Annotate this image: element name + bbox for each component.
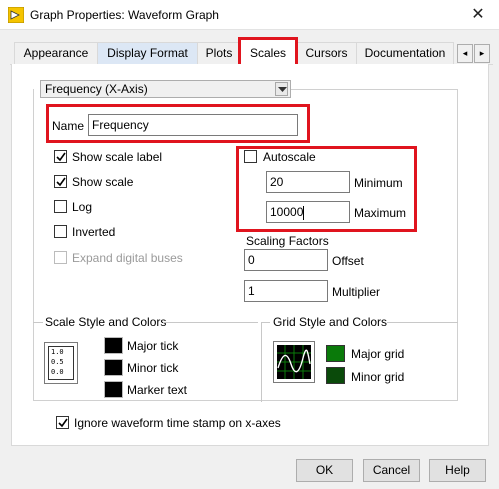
inverted-label: Inverted bbox=[72, 225, 116, 239]
tab-display-format[interactable]: Display Format bbox=[97, 42, 198, 65]
labview-app-icon bbox=[7, 6, 25, 24]
expand-digital-buses-checkbox[interactable] bbox=[54, 251, 67, 264]
scale-selector-value: Frequency (X-Axis) bbox=[45, 82, 148, 96]
marker-text-label: Marker text bbox=[127, 383, 188, 397]
scale-selector-dropdown[interactable]: Frequency (X-Axis) bbox=[40, 80, 291, 98]
tab-scroll-right-icon[interactable]: ▸ bbox=[474, 44, 490, 63]
close-icon[interactable]: ✕ bbox=[463, 2, 493, 28]
major-grid-label: Major grid bbox=[351, 347, 405, 361]
autoscale-checkbox[interactable] bbox=[244, 150, 257, 163]
grid-style-line-left bbox=[262, 322, 270, 323]
scale-style-title: Scale Style and Colors bbox=[45, 315, 167, 329]
minor-tick-label: Minor tick bbox=[127, 361, 179, 375]
show-scale-label-checkbox[interactable] bbox=[54, 150, 67, 163]
show-scale-label-label: Show scale label bbox=[72, 150, 163, 164]
ignore-timestamp-label: Ignore waveform time stamp on x-axes bbox=[74, 416, 281, 430]
multiplier-input[interactable]: 1 bbox=[244, 280, 328, 302]
log-label: Log bbox=[72, 200, 93, 214]
scale-icon-tick-3: 0.0 bbox=[51, 368, 64, 376]
inverted-checkbox[interactable] bbox=[54, 225, 67, 238]
minor-tick-color-swatch[interactable] bbox=[104, 359, 123, 376]
minimum-label: Minimum bbox=[354, 176, 403, 190]
scale-icon-tick-1: 1.0 bbox=[51, 348, 64, 356]
ok-button[interactable]: OK bbox=[296, 459, 353, 482]
scale-style-icon[interactable]: 1.0 0.5 0.0 bbox=[44, 342, 78, 384]
axis-group-top-border bbox=[290, 89, 458, 90]
tab-cursors[interactable]: Cursors bbox=[296, 42, 357, 65]
major-grid-color-swatch[interactable] bbox=[326, 345, 345, 362]
minor-grid-color-swatch[interactable] bbox=[326, 367, 345, 384]
window-title: Graph Properties: Waveform Graph bbox=[30, 8, 219, 22]
tab-appearance[interactable]: Appearance bbox=[14, 42, 98, 65]
minimum-input[interactable]: 20 bbox=[266, 171, 350, 193]
scale-icon-tick-2: 0.5 bbox=[51, 358, 64, 366]
maximum-value: 10000 bbox=[270, 205, 304, 219]
show-scale-label: Show scale bbox=[72, 175, 134, 189]
chevron-down-icon[interactable] bbox=[275, 82, 288, 96]
major-tick-color-swatch[interactable] bbox=[104, 337, 123, 354]
name-input[interactable]: Frequency bbox=[88, 114, 298, 136]
log-checkbox[interactable] bbox=[54, 200, 67, 213]
text-cursor bbox=[303, 205, 305, 220]
grid-style-line-right bbox=[387, 322, 458, 323]
autoscale-label: Autoscale bbox=[263, 150, 316, 164]
offset-label: Offset bbox=[332, 254, 364, 268]
maximum-label: Maximum bbox=[354, 206, 407, 220]
name-label: Name bbox=[52, 119, 85, 133]
help-button[interactable]: Help bbox=[429, 459, 486, 482]
major-tick-label: Major tick bbox=[127, 339, 179, 353]
scale-style-line-left bbox=[33, 322, 43, 323]
minor-grid-label: Minor grid bbox=[351, 370, 405, 384]
marker-text-color-swatch[interactable] bbox=[104, 381, 123, 398]
ignore-timestamp-checkbox[interactable] bbox=[56, 416, 69, 429]
expand-digital-buses-label: Expand digital buses bbox=[72, 251, 183, 265]
multiplier-label: Multiplier bbox=[332, 285, 381, 299]
tab-plots[interactable]: Plots bbox=[197, 42, 241, 65]
section-divider bbox=[261, 322, 262, 402]
show-scale-checkbox[interactable] bbox=[54, 175, 67, 188]
tab-scroll-left-icon[interactable]: ◂ bbox=[457, 44, 473, 63]
scale-style-line-right bbox=[163, 322, 258, 323]
grid-style-icon[interactable] bbox=[273, 341, 315, 383]
maximum-input[interactable]: 10000 bbox=[266, 201, 350, 223]
scaling-factors-title: Scaling Factors bbox=[246, 234, 329, 248]
cancel-button[interactable]: Cancel bbox=[363, 459, 420, 482]
tab-documentation[interactable]: Documentation bbox=[356, 42, 454, 65]
offset-input[interactable]: 0 bbox=[244, 249, 328, 271]
grid-style-title: Grid Style and Colors bbox=[273, 315, 388, 329]
